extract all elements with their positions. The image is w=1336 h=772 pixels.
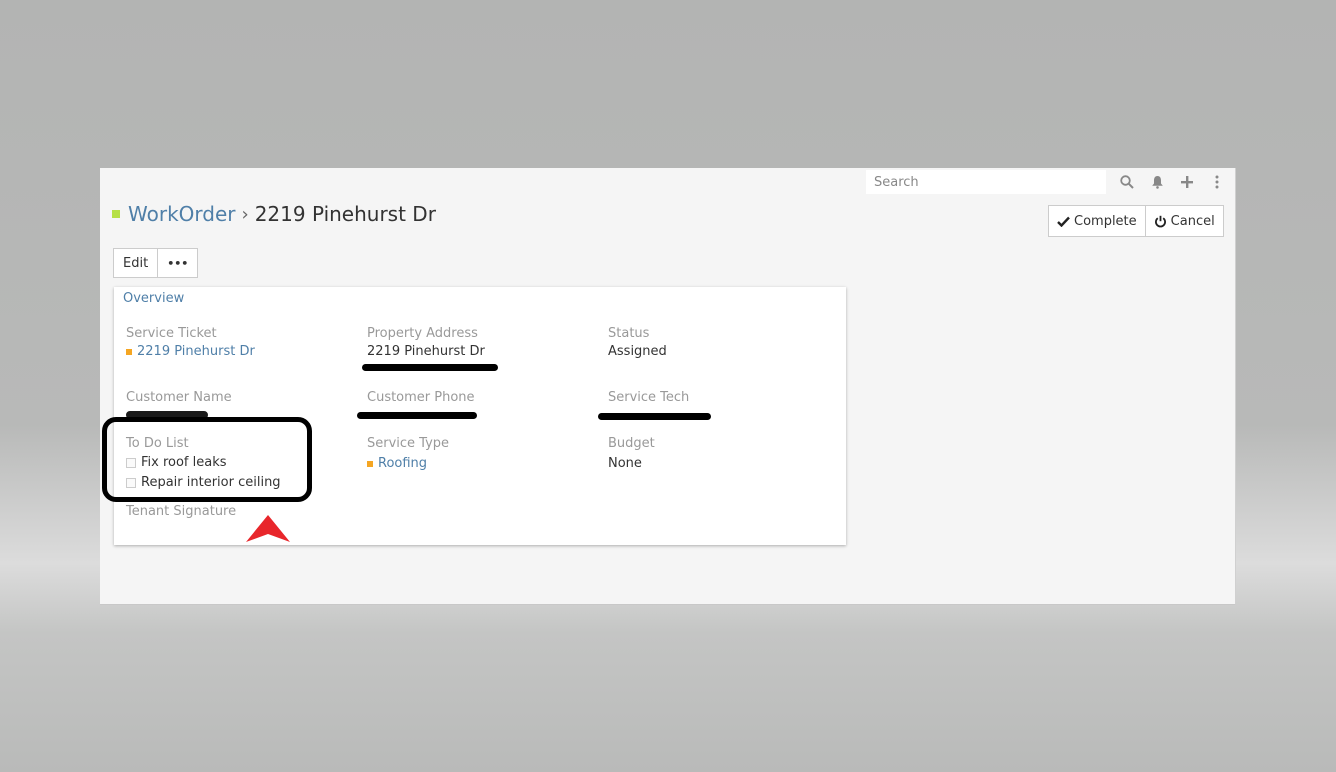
redaction-mark [598,413,711,420]
page-title: 2219 Pinehurst Dr [254,202,436,226]
budget-label: Budget [608,436,655,451]
annotation-arrow-icon [246,515,290,542]
record-actions: Complete Cancel [1048,205,1224,237]
breadcrumb: WorkOrder › 2219 Pinehurst Dr [112,202,436,226]
service-type-value: Roofing [378,456,428,471]
service-ticket-field: Service Ticket 2219 Pinehurst Dr [126,325,255,361]
todo-list-label: To Do List [126,436,189,451]
more-options-button[interactable]: ••• [158,248,199,278]
status-field: Status Assigned [608,325,667,361]
overview-panel: Overview Service Ticket 2219 Pinehurst D… [114,287,846,545]
cancel-button-label: Cancel [1170,213,1215,229]
search-icon[interactable] [1112,170,1142,194]
customer-phone-label: Customer Phone [367,390,475,405]
checkmark-icon [1057,216,1070,227]
property-address-value: 2219 Pinehurst Dr [367,344,485,359]
plus-icon[interactable] [1172,170,1202,194]
redaction-mark [126,411,208,419]
todo-checkbox[interactable] [126,478,136,488]
service-type-color-marker [367,461,373,467]
todo-item[interactable]: Fix roof leaks [126,453,281,473]
todo-list-field: To Do List Fix roof leaks Repair interio… [126,435,281,493]
todo-item[interactable]: Repair interior ceiling [126,473,281,493]
top-icon-bar [1112,170,1232,194]
service-ticket-value: 2219 Pinehurst Dr [137,344,255,359]
service-type-label: Service Type [367,436,450,451]
customer-name-label: Customer Name [126,390,232,405]
todo-checkbox[interactable] [126,458,136,468]
ticket-color-marker [126,349,132,355]
tenant-signature-label: Tenant Signature [126,504,237,519]
bell-icon[interactable] [1142,170,1172,194]
edit-button[interactable]: Edit [113,248,159,278]
service-type-field: Service Type Roofing [367,435,449,473]
budget-value: None [608,456,642,471]
customer-name-field: Customer Name [126,389,232,407]
complete-button-label: Complete [1074,213,1137,229]
service-tech-field: Service Tech [608,389,689,407]
budget-field: Budget None [608,435,655,473]
property-address-label: Property Address [367,326,478,341]
service-tech-label: Service Tech [608,390,690,405]
service-ticket-label: Service Ticket [126,326,217,341]
record-color-marker [112,210,120,218]
redaction-mark [362,364,498,371]
todo-item-label: Repair interior ceiling [141,475,281,490]
record-toolbar: Edit ••• [113,248,199,278]
complete-button[interactable]: Complete [1048,205,1146,237]
tenant-signature-field: Tenant Signature [126,503,236,521]
todo-item-label: Fix roof leaks [141,455,227,470]
vertical-dots-icon[interactable] [1202,170,1232,194]
service-ticket-link[interactable]: 2219 Pinehurst Dr [126,343,255,361]
search-input[interactable] [866,170,1106,194]
redaction-mark [357,412,477,419]
status-value: Assigned [608,344,667,359]
cancel-button[interactable]: Cancel [1145,205,1224,237]
customer-phone-field: Customer Phone [367,389,475,407]
service-type-link[interactable]: Roofing [367,455,449,473]
property-address-field: Property Address 2219 Pinehurst Dr [367,325,485,361]
overview-title: Overview [123,291,185,306]
power-icon [1154,215,1166,227]
status-label: Status [608,326,650,341]
breadcrumb-separator: › [241,203,249,225]
breadcrumb-workorder-link[interactable]: WorkOrder [128,202,235,226]
